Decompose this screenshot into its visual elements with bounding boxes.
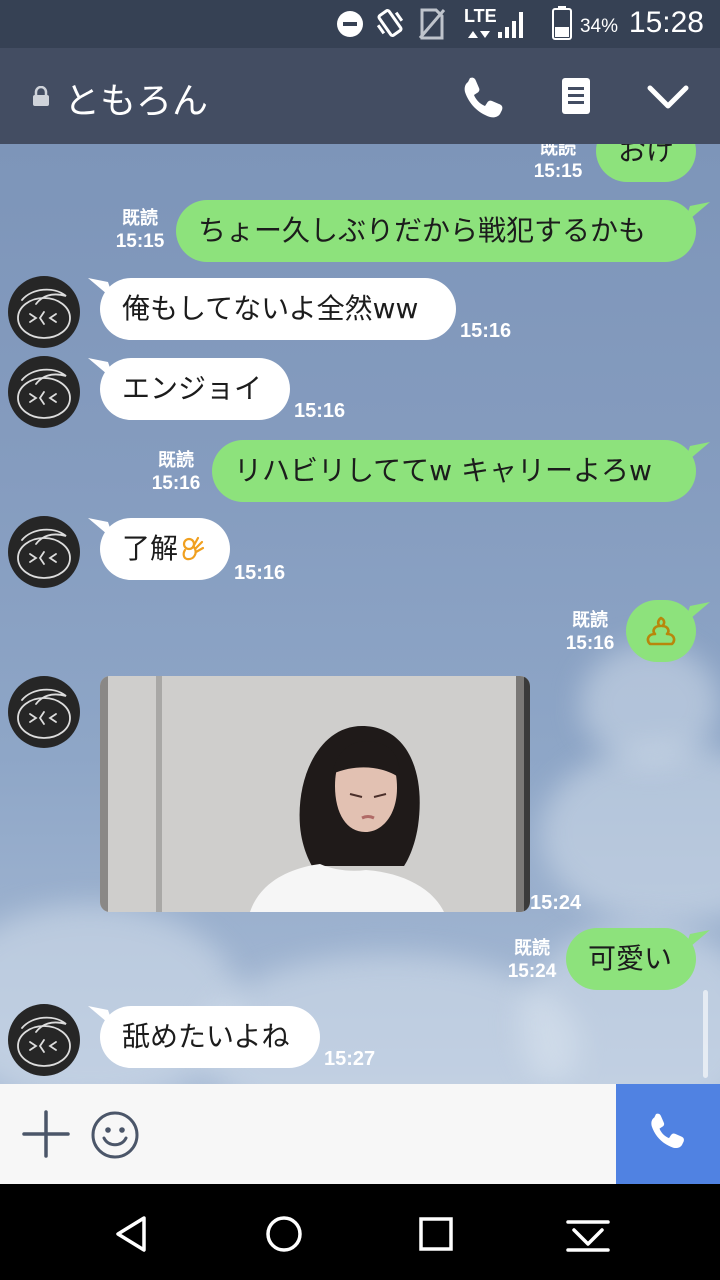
message-bubble-out[interactable]: ちょー久しぶりだから戦犯するかも <box>176 200 696 262</box>
read-receipt: 既読 15:16 <box>565 610 615 654</box>
avatar[interactable] <box>8 356 80 428</box>
avatar[interactable] <box>8 516 80 588</box>
chat-area[interactable]: 既読 15:15 おけ 既読 15:15 ちょー久しぶりだから戦犯するかも 俺もして… <box>0 144 720 1084</box>
message-time: 15:16 <box>234 562 286 584</box>
input-bar <box>0 1084 720 1184</box>
phone-icon <box>651 1113 684 1149</box>
vibrate-icon <box>376 9 404 37</box>
read-receipt: 既読 15:16 <box>151 450 201 494</box>
lock-icon <box>33 86 49 106</box>
message-time: 15:24 <box>530 892 582 914</box>
no-sim-icon <box>418 8 446 40</box>
bubble-tail <box>684 930 710 952</box>
ok-hand-emoji-icon <box>182 536 205 561</box>
chat-title: ともろん <box>64 81 209 122</box>
bubble-tail <box>684 442 710 464</box>
battery-percent: 34% <box>579 16 618 37</box>
avatar[interactable] <box>8 276 80 348</box>
scrollbar[interactable] <box>703 990 708 1078</box>
avatar[interactable] <box>8 1004 80 1076</box>
chevron-down-icon[interactable] <box>644 72 692 120</box>
voice-call-button[interactable] <box>616 1084 720 1184</box>
read-receipt: 既読 15:24 <box>507 938 557 982</box>
message-bubble-in[interactable]: 舐めたいよね <box>100 1006 320 1068</box>
plus-icon[interactable] <box>22 1110 70 1158</box>
message-bubble-in[interactable]: 俺もしてないよ全然ww <box>100 278 456 340</box>
avatar-drawing <box>17 368 71 419</box>
chat-header: ともろん <box>0 48 720 144</box>
avatar-drawing <box>17 1016 71 1067</box>
notes-icon[interactable] <box>552 72 600 120</box>
network-type: LTE <box>464 6 497 26</box>
read-receipt: 既読 15:15 <box>533 144 583 182</box>
bubble-tail <box>684 202 710 224</box>
message-bubble-out[interactable]: おけ <box>596 144 696 182</box>
avatar-drawing <box>17 288 71 339</box>
message-bubble-out[interactable]: 可愛い <box>566 928 696 990</box>
navigation-bar <box>0 1184 720 1280</box>
clock: 15:28 <box>628 6 704 39</box>
message-bubble-in[interactable]: エンジョイ <box>100 358 290 420</box>
signal-icon <box>498 12 523 38</box>
message-text: 了解 <box>122 532 179 565</box>
message-time: 15:16 <box>294 400 346 422</box>
home-icon[interactable] <box>262 1212 306 1256</box>
data-arrows-icon <box>468 31 490 38</box>
photo-image <box>100 676 530 912</box>
avatar-drawing <box>17 688 71 739</box>
back-icon[interactable] <box>110 1212 154 1256</box>
message-bubble-out[interactable]: リハビリしててw キャリーよろw <box>212 440 696 502</box>
status-bar: LTE 34% 15:28 <box>0 0 720 48</box>
hide-keyboard-icon[interactable] <box>566 1212 610 1256</box>
bubble-tail <box>684 602 710 624</box>
message-bubble-in[interactable]: 了解 <box>100 518 230 580</box>
read-receipt: 既読 15:15 <box>115 208 165 252</box>
photo-message[interactable] <box>100 676 530 912</box>
avatar-drawing <box>17 528 71 579</box>
recents-icon[interactable] <box>414 1212 458 1256</box>
battery-icon <box>552 6 572 40</box>
phone-call-icon[interactable] <box>460 72 508 120</box>
do-not-disturb-icon <box>337 11 363 37</box>
emoji-icon[interactable] <box>90 1110 140 1160</box>
message-time: 15:16 <box>460 320 512 342</box>
avatar[interactable] <box>8 676 80 748</box>
message-time: 15:27 <box>324 1048 376 1070</box>
